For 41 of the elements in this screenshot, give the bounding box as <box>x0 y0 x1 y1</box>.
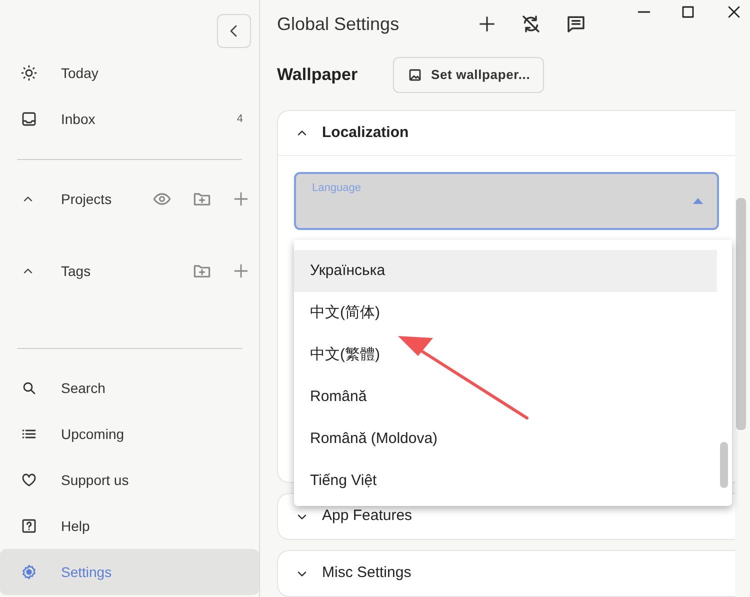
minimize-icon <box>638 11 650 13</box>
folder-plus-icon <box>193 190 211 208</box>
inbox-icon <box>21 111 37 127</box>
sidebar-item[interactable]: Upcoming <box>0 411 259 457</box>
sidebar-item[interactable]: Help <box>0 503 259 549</box>
plus-icon <box>478 15 496 34</box>
panel-header[interactable]: App Features <box>278 494 735 539</box>
section-header[interactable]: Tags <box>0 248 259 294</box>
sidebar-item[interactable]: Inbox 4 <box>0 96 259 142</box>
panel-header[interactable]: Localization <box>278 111 735 156</box>
wallpaper-label: Wallpaper <box>277 64 359 86</box>
dropdown-scrollbar[interactable] <box>720 442 728 488</box>
maximize-icon <box>680 4 696 20</box>
section-header[interactable]: Projects <box>0 176 259 222</box>
set-wallpaper-button[interactable]: Set wallpaper... <box>393 57 544 94</box>
sun-icon <box>21 65 37 81</box>
search-icon <box>21 380 37 396</box>
sync-off-icon <box>521 14 541 34</box>
eye-icon <box>153 190 171 208</box>
help-icon <box>21 518 37 534</box>
folder-plus-icon <box>193 262 211 280</box>
panel-header[interactable]: Misc Settings <box>278 551 735 596</box>
maximize-button[interactable] <box>680 4 696 20</box>
notes-button[interactable] <box>566 14 586 34</box>
sidebar-item[interactable]: Search <box>0 365 259 411</box>
message-icon <box>566 14 586 34</box>
plus-icon <box>233 191 249 207</box>
close-button[interactable] <box>726 4 742 20</box>
heart-icon <box>21 472 37 488</box>
item-count: 4 <box>236 112 243 127</box>
add-button[interactable] <box>478 15 496 34</box>
sync-off-button[interactable] <box>521 14 541 34</box>
sidebar-item[interactable]: Support us <box>0 457 259 503</box>
settings-icon <box>21 564 37 580</box>
close-icon <box>726 4 742 20</box>
caret-up-icon <box>693 198 703 204</box>
plus-icon <box>233 263 249 279</box>
sidebar-item[interactable]: Today <box>0 50 259 96</box>
page-title: Global Settings <box>277 12 400 36</box>
image-icon <box>407 67 423 84</box>
dropdown-option[interactable]: Українська <box>294 250 717 292</box>
